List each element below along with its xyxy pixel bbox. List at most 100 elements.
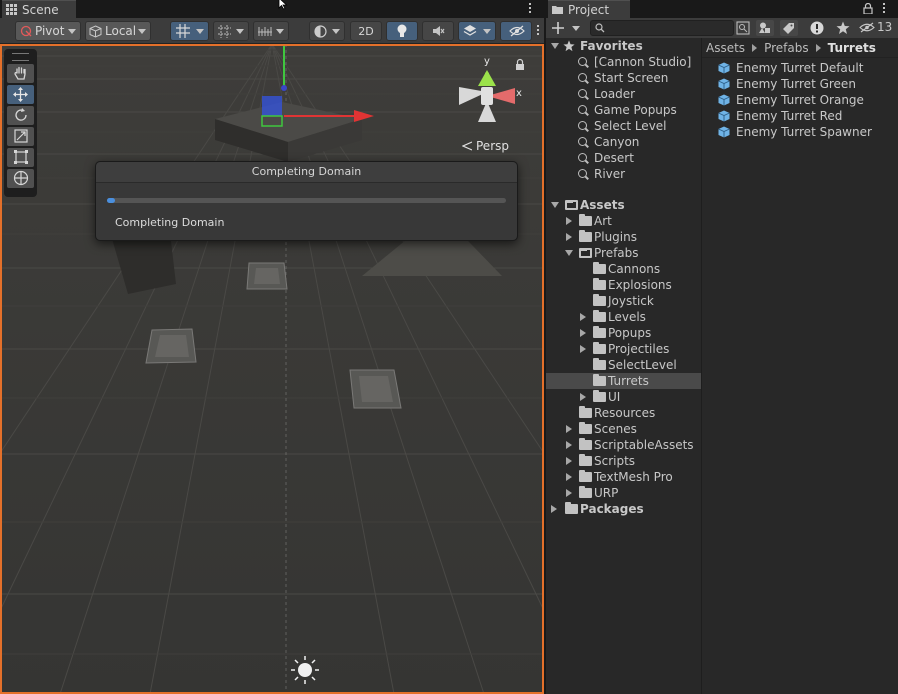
breadcrumb-item[interactable]: Turrets xyxy=(828,41,876,55)
scene-viewport[interactable]: y x Persp Completing Domain Completing D… xyxy=(0,44,544,694)
folder-icon xyxy=(593,358,606,370)
local-label: Local xyxy=(105,24,137,38)
favorite-item[interactable]: Game Popups xyxy=(546,102,701,118)
breadcrumb-item[interactable]: Assets xyxy=(706,41,745,55)
filter-by-label-button[interactable] xyxy=(780,20,798,36)
chevron-right-icon xyxy=(551,505,557,513)
chevron-down-icon xyxy=(483,29,491,34)
favorite-item[interactable]: Desert xyxy=(546,150,701,166)
hidden-packages-toggle[interactable]: 13 xyxy=(859,20,898,35)
folder-item-label: UI xyxy=(608,390,621,404)
hidden-count: 13 xyxy=(877,20,893,34)
asset-item-label: Enemy Turret Spawner xyxy=(736,125,872,139)
chevron-right-icon xyxy=(580,329,586,337)
scene-menu-button[interactable] xyxy=(528,2,532,16)
folder-item-popups[interactable]: Popups xyxy=(546,325,701,341)
folder-open-icon xyxy=(565,200,578,210)
gizmo-x-label: x xyxy=(516,88,522,99)
lighting-toggle[interactable] xyxy=(386,21,418,41)
favorite-item[interactable]: Loader xyxy=(546,86,701,102)
assets-header[interactable]: Assets xyxy=(546,197,701,213)
favorite-item[interactable]: River xyxy=(546,166,701,182)
star-icon xyxy=(836,21,850,34)
folder-item-scenes[interactable]: Scenes xyxy=(546,421,701,437)
increment-snap-dropdown[interactable] xyxy=(253,21,289,41)
search-icon xyxy=(595,23,605,33)
local-dropdown[interactable]: Local xyxy=(85,21,151,41)
folder-icon xyxy=(593,310,606,322)
rotate-icon xyxy=(15,108,27,121)
favorite-item[interactable]: Start Screen xyxy=(546,70,701,86)
packages-header[interactable]: Packages xyxy=(546,501,701,517)
folder-item-plugins[interactable]: Plugins xyxy=(546,229,701,245)
project-toolbar: 13 xyxy=(546,18,898,39)
project-panel: Project 13 Favorites [Cannon Studio] Sta… xyxy=(545,0,898,694)
favorite-item-label: River xyxy=(594,167,626,181)
filter-by-type-button[interactable] xyxy=(756,20,774,36)
folder-icon xyxy=(593,326,606,338)
search-in-scene-icon[interactable] xyxy=(736,21,750,35)
folder-item-label: Popups xyxy=(608,326,652,340)
filter-by-log-button[interactable] xyxy=(808,20,826,36)
chevron-right-icon xyxy=(566,457,572,465)
folder-item-ui[interactable]: UI xyxy=(546,389,701,405)
shading-mode-dropdown[interactable] xyxy=(309,21,345,41)
tab-scene-label: Scene xyxy=(22,3,59,17)
folder-item-prefabs[interactable]: Prefabs xyxy=(546,245,701,261)
grid-snap-icon xyxy=(176,24,190,38)
folder-item-explosions[interactable]: Explosions xyxy=(546,277,701,293)
favorites-header[interactable]: Favorites xyxy=(546,38,701,54)
folder-item-cannons[interactable]: Cannons xyxy=(546,261,701,277)
favorite-item[interactable]: [Cannon Studio] xyxy=(546,54,701,70)
folder-item-selectlevel[interactable]: SelectLevel xyxy=(546,357,701,373)
folder-item-label: Prefabs xyxy=(594,246,639,260)
tab-project[interactable]: Project xyxy=(548,0,630,18)
tab-project-label: Project xyxy=(568,3,610,17)
drag-handle[interactable] xyxy=(12,53,29,61)
tab-scene[interactable]: Scene xyxy=(2,0,76,18)
folder-item-joystick[interactable]: Joystick xyxy=(546,293,701,309)
toolbar-overflow-button[interactable] xyxy=(536,24,540,38)
folder-item-scripts[interactable]: Scripts xyxy=(546,453,701,469)
move-tool-button[interactable] xyxy=(7,85,34,104)
lock-icon[interactable] xyxy=(863,3,873,14)
audio-toggle[interactable] xyxy=(422,21,454,41)
folder-item-art[interactable]: Art xyxy=(546,213,701,229)
search-icon xyxy=(578,137,587,146)
project-search-input[interactable] xyxy=(590,20,734,36)
scene-visibility-toggle[interactable] xyxy=(500,21,532,41)
perspective-icon xyxy=(462,141,472,151)
assets-label: Assets xyxy=(580,198,625,212)
folder-item-textmesh-pro[interactable]: TextMesh Pro xyxy=(546,469,701,485)
transform-tool-button[interactable] xyxy=(7,169,34,188)
folder-item-scriptableassets[interactable]: ScriptableAssets xyxy=(546,437,701,453)
search-icon xyxy=(578,57,587,66)
grid-visibility-dropdown[interactable] xyxy=(213,21,249,41)
folder-item-turrets[interactable]: Turrets xyxy=(546,373,701,389)
favorites-filter-button[interactable] xyxy=(834,20,852,36)
folder-item-levels[interactable]: Levels xyxy=(546,309,701,325)
folder-item-label: Plugins xyxy=(594,230,637,244)
folder-icon xyxy=(579,214,592,226)
chevron-right-icon xyxy=(580,393,586,401)
folder-item-urp[interactable]: URP xyxy=(546,485,701,501)
hand-tool-button[interactable] xyxy=(7,64,34,83)
folder-item-projectiles[interactable]: Projectiles xyxy=(546,341,701,357)
favorite-item[interactable]: Canyon xyxy=(546,134,701,150)
effects-dropdown[interactable] xyxy=(458,21,496,41)
folder-item-resources[interactable]: Resources xyxy=(546,405,701,421)
rotate-tool-button[interactable] xyxy=(7,106,34,125)
rect-tool-button[interactable] xyxy=(7,148,34,167)
pivot-dropdown[interactable]: Pivot xyxy=(15,21,81,41)
grid-snap-toggle[interactable] xyxy=(170,21,209,41)
scale-tool-button[interactable] xyxy=(7,127,34,146)
progress-dialog: Completing Domain Completing Domain xyxy=(95,161,518,241)
2d-toggle[interactable]: 2D xyxy=(350,21,382,41)
chevron-down-icon xyxy=(572,26,580,31)
asset-item-label: Enemy Turret Green xyxy=(736,77,856,91)
favorite-item-label: Loader xyxy=(594,87,636,101)
breadcrumb-item[interactable]: Prefabs xyxy=(764,41,809,55)
create-asset-dropdown[interactable] xyxy=(552,20,580,36)
project-menu-button[interactable] xyxy=(882,2,886,16)
favorite-item[interactable]: Select Level xyxy=(546,118,701,134)
